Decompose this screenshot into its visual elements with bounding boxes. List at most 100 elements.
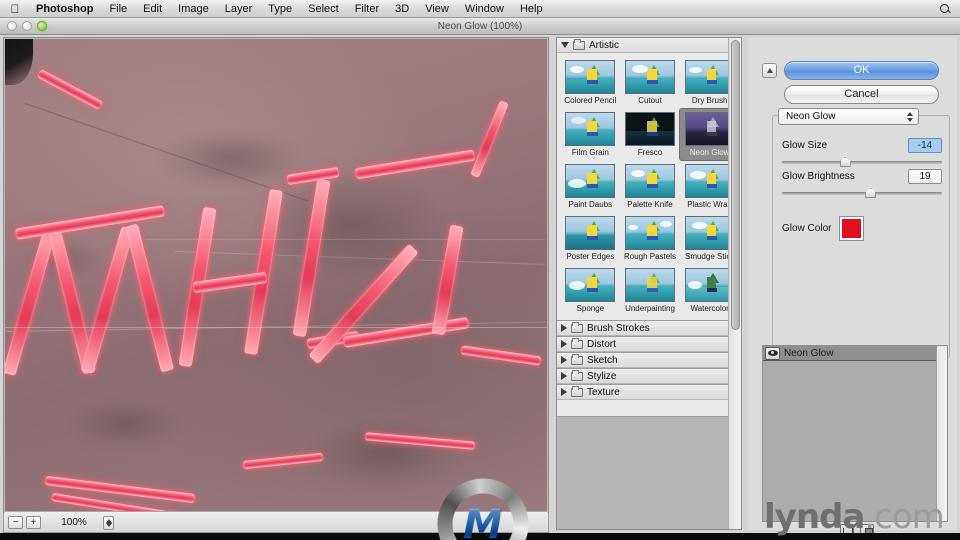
filter-thumb-label: Watercolor (690, 304, 729, 313)
filter-thumb-label: Smudge Stick (684, 252, 735, 261)
menu-bar-status-area (939, 0, 952, 18)
filter-thumbnail-image (624, 268, 675, 302)
filter-thumb-label: Rough Pastels (623, 252, 676, 261)
neon-whiz-text (5, 39, 547, 512)
close-button[interactable] (7, 21, 17, 31)
category-row-brush-strokes[interactable]: Brush Strokes (557, 320, 741, 336)
window-titlebar: Neon Glow (100%) (0, 18, 960, 35)
filter-thumbnail-image (565, 216, 616, 250)
folder-icon (573, 38, 585, 50)
filter-name-value: Neon Glow (786, 111, 836, 122)
menu-select[interactable]: Select (300, 0, 347, 18)
gallery-vertical-scrollbar[interactable] (728, 38, 741, 529)
zoom-button[interactable] (37, 21, 47, 31)
zoom-in-button[interactable]: + (26, 516, 41, 529)
filter-thumb-label: Palette Knife (627, 200, 673, 209)
lynda-watermark: lynda.com (764, 497, 945, 537)
filter-thumb-label: Paint Daubs (568, 200, 613, 209)
filter-thumbnail-image (565, 60, 616, 94)
slider-thumb[interactable] (839, 157, 851, 167)
search-icon[interactable] (939, 3, 952, 16)
filter-thumb-cutout[interactable]: Cutout (621, 57, 680, 108)
category-row-sketch[interactable]: Sketch (557, 352, 741, 368)
effect-list-scrollbar[interactable] (936, 346, 947, 521)
chevron-up-icon (766, 68, 773, 73)
menu-window[interactable]: Window (457, 0, 512, 18)
glow-color-swatch[interactable] (839, 216, 864, 241)
filter-thumb-label: Poster Edges (566, 252, 615, 261)
effect-layer-row[interactable]: Neon Glow (763, 346, 947, 361)
glow-brightness-slider[interactable] (782, 187, 942, 199)
slider-track (782, 192, 942, 195)
menu-3d[interactable]: 3D (387, 0, 417, 18)
filter-thumb-label: Neon Glow (689, 148, 730, 157)
window-title: Neon Glow (100%) (437, 20, 523, 32)
category-label: Brush Strokes (587, 322, 650, 334)
minimize-button[interactable] (22, 21, 32, 31)
filter-thumb-label: Sponge (576, 304, 605, 313)
category-row-distort[interactable]: Distort (557, 336, 741, 352)
zoom-out-button[interactable]: − (8, 516, 23, 529)
filter-name-dropdown[interactable]: Neon Glow (778, 108, 919, 125)
zoom-stepper[interactable] (103, 515, 114, 530)
menu-help[interactable]: Help (512, 0, 551, 18)
menu-layer[interactable]: Layer (217, 0, 261, 18)
glow-size-input[interactable]: -14 (908, 137, 942, 153)
gallery-empty-area (557, 416, 741, 529)
chevron-right-icon[interactable] (561, 324, 567, 332)
folder-icon (571, 385, 583, 397)
category-label: Sketch (587, 354, 618, 366)
collapse-panel-button[interactable] (762, 63, 777, 78)
menu-edit[interactable]: Edit (135, 0, 170, 18)
zoom-level-value[interactable]: 100% (48, 516, 100, 530)
filter-thumb-poster-edges[interactable]: Poster Edges (561, 213, 620, 264)
filter-thumbnail-image (624, 164, 675, 198)
glow-brightness-input[interactable]: 19 (908, 168, 942, 184)
glow-size-slider[interactable] (782, 156, 942, 168)
menu-photoshop[interactable]: Photoshop (28, 0, 101, 18)
effect-layer-label: Neon Glow (784, 347, 834, 359)
category-row-texture[interactable]: Texture (557, 384, 741, 400)
filter-thumb-underpainting[interactable]: Underpainting (621, 265, 680, 316)
preview-image[interactable] (5, 39, 547, 512)
chevron-right-icon[interactable] (561, 372, 567, 380)
watermark-brand: lynda (764, 497, 865, 537)
chevron-right-icon[interactable] (561, 356, 567, 364)
param-label: Glow Brightness (782, 170, 855, 182)
menu-type[interactable]: Type (260, 0, 300, 18)
logo-letter: M (463, 502, 503, 540)
glow-color-label: Glow Color (782, 223, 832, 234)
filter-controls-panel: OK Cancel Neon Glow Glow Size -14 Glow B… (748, 37, 957, 538)
category-header-artistic[interactable]: Artistic (557, 38, 741, 53)
filter-gallery-window: Neon Glow (100%) − + 100% Artistic Color… (0, 18, 960, 540)
filter-thumb-fresco[interactable]: Fresco (621, 109, 680, 160)
chevron-updown-icon (905, 111, 914, 123)
chevron-right-icon[interactable] (561, 340, 567, 348)
filter-thumb-rough-pastels[interactable]: Rough Pastels (621, 213, 680, 264)
param-glow-brightness: Glow Brightness 19 (782, 168, 942, 199)
filter-thumb-film-grain[interactable]: Film Grain (561, 109, 620, 160)
apple-logo-icon[interactable]:  (8, 3, 22, 15)
cancel-button[interactable]: Cancel (784, 85, 939, 104)
param-glow-size: Glow Size -14 (782, 137, 942, 168)
filter-thumb-colored-pencil[interactable]: Colored Pencil (561, 57, 620, 108)
filter-thumb-paint-daubs[interactable]: Paint Daubs (561, 161, 620, 212)
category-label: Distort (587, 338, 616, 350)
folder-icon (571, 321, 583, 333)
ok-button[interactable]: OK (784, 61, 939, 80)
menu-file[interactable]: File (101, 0, 135, 18)
menu-view[interactable]: View (417, 0, 457, 18)
gallery-scroll-thumb[interactable] (731, 40, 740, 330)
chevron-down-icon[interactable] (561, 42, 569, 48)
slider-thumb[interactable] (865, 188, 877, 198)
filter-thumb-sponge[interactable]: Sponge (561, 265, 620, 316)
chevron-right-icon[interactable] (561, 388, 567, 396)
photoshop-filter-gallery-screen:  Photoshop File Edit Image Layer Type S… (0, 0, 960, 540)
menu-image[interactable]: Image (170, 0, 217, 18)
filter-thumb-palette-knife[interactable]: Palette Knife (621, 161, 680, 212)
category-row-stylize[interactable]: Stylize (557, 368, 741, 384)
eye-icon[interactable] (765, 346, 780, 360)
category-label: Stylize (587, 370, 617, 382)
menu-filter[interactable]: Filter (347, 0, 387, 18)
category-label: Texture (587, 386, 620, 398)
